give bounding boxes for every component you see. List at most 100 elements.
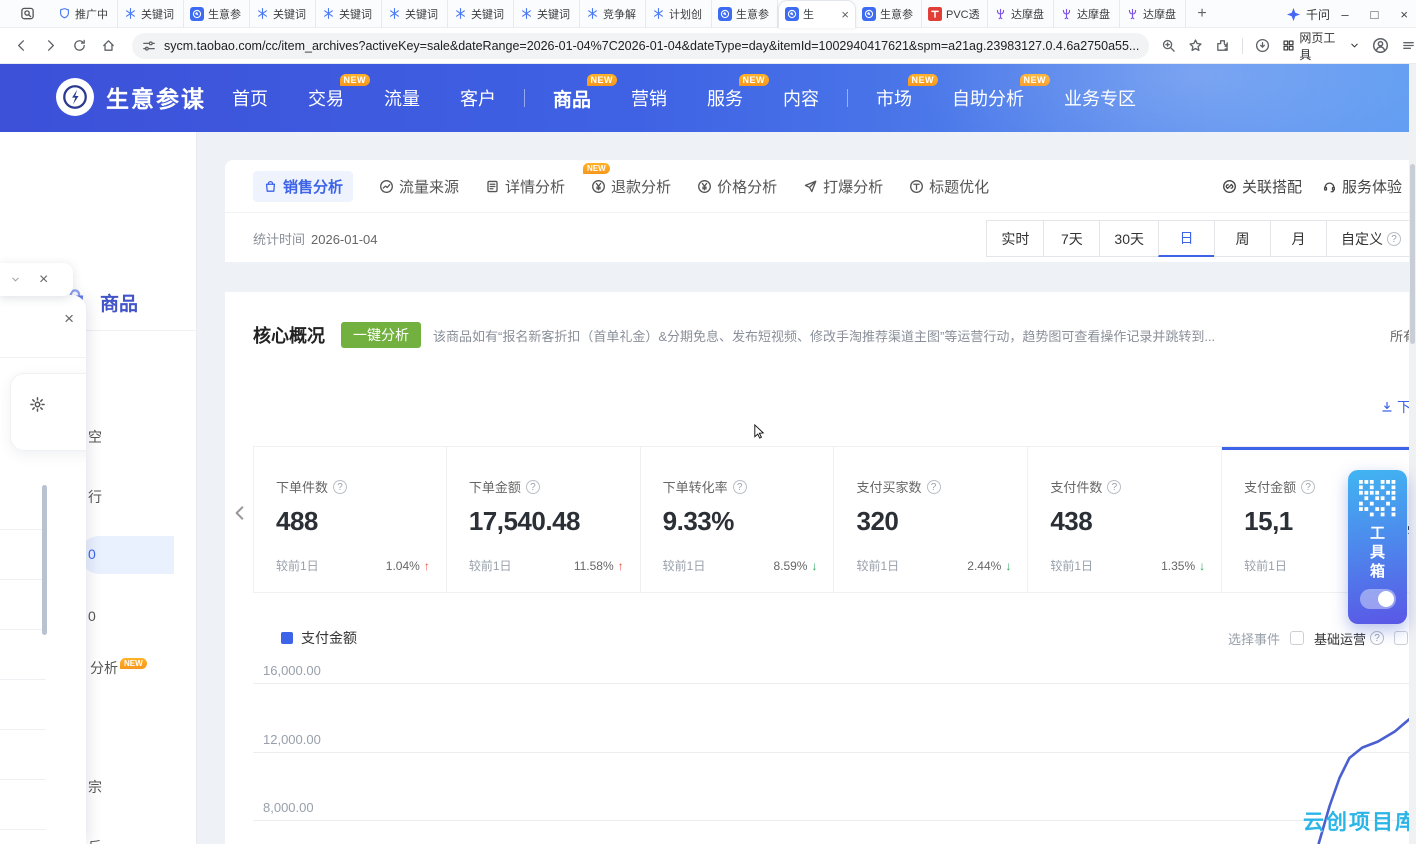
subnav-tab-打爆分析[interactable]: 打爆分析 [803,176,883,197]
metric-card-下单转化率[interactable]: 下单转化率? 9.33% 较前1日 8.59% ↓ [640,446,835,593]
help-icon[interactable]: ? [1107,479,1122,494]
date-option-周[interactable]: 周 [1214,220,1271,257]
scrollbar[interactable] [42,485,47,635]
nav-item-市场[interactable]: 市场 NEW [876,74,939,111]
list-item[interactable] [0,580,46,630]
sidebar-item[interactable]: 空 [88,427,102,447]
sidebar-item[interactable]: 宗 [88,777,102,797]
list-item[interactable] [0,480,46,530]
date-option-自定义[interactable]: 自定义? [1326,220,1416,257]
tab-search-icon[interactable] [16,4,38,24]
nav-item-客户[interactable]: 客户 [460,85,496,111]
date-option-30天[interactable]: 30天 [1099,220,1159,257]
minimize-button[interactable]: – [1341,8,1348,21]
browser-tab[interactable]: 生意参 [184,0,250,28]
close-tab-icon[interactable]: × [841,8,849,21]
tune-icon[interactable] [142,39,156,53]
sidebar-item[interactable]: 分析 NEW [90,658,147,678]
help-icon[interactable]: ? [1370,631,1384,645]
back-icon[interactable] [14,38,29,53]
web-tools-button[interactable]: 网页工具 [1282,29,1360,63]
nav-item-首页[interactable]: 首页 [232,85,268,111]
help-icon[interactable]: ? [1301,479,1316,494]
brand[interactable]: 生意参谋 [56,78,206,116]
metric-card-下单件数[interactable]: 下单件数? 488 较前1日 1.04% ↑ [253,446,447,593]
link-关联搭配[interactable]: 关联搭配 [1222,176,1302,197]
sidebar-item[interactable]: 斤 [88,837,102,844]
help-icon[interactable]: ? [732,479,747,494]
avatar[interactable] [1372,37,1389,54]
browser-tab[interactable]: 关键词 [382,0,448,28]
help-icon[interactable]: ? [926,479,941,494]
help-icon[interactable]: ? [1387,231,1401,246]
nav-item-商品[interactable]: 商品 NEW [553,73,618,112]
toolbox-toggle[interactable] [1359,589,1396,609]
help-icon[interactable]: ? [525,479,540,494]
sidebar-item[interactable]: 0 [88,546,96,562]
forward-icon[interactable] [43,38,58,53]
new-tab-button[interactable]: + [1190,2,1214,26]
maximize-button[interactable]: □ [1371,8,1379,21]
browser-tab[interactable]: 生意参 [712,0,778,28]
nav-item-营销[interactable]: 营销 [631,85,667,111]
close-window-button[interactable]: × [1400,8,1408,21]
page-scrollbar[interactable] [1409,64,1416,844]
download-circle-icon[interactable] [1255,38,1270,53]
url-text[interactable]: sycm.taobao.com/cc/item_archives?activeK… [164,39,1139,53]
subnav-tab-退款分析[interactable]: NEW 退款分析 [583,162,671,197]
chevron-down-icon[interactable] [10,274,21,285]
browser-tab[interactable]: 生 × [778,0,856,28]
chevron-left-icon[interactable] [231,504,249,522]
scrollbar-thumb[interactable] [1410,164,1415,344]
browser-tab[interactable]: 关键词 [316,0,382,28]
bookmark-star-icon[interactable] [1188,38,1203,53]
browser-menu-icon[interactable] [1401,38,1416,53]
toolbox-widget[interactable]: 工具箱 [1348,470,1407,624]
date-option-日[interactable]: 日 [1158,220,1215,257]
event-option-label[interactable]: 基础运营? [1314,629,1384,648]
browser-tab[interactable]: 达摩盘 [1054,0,1120,28]
subnav-tab-标题优化[interactable]: 标题优化 [909,176,989,197]
date-option-月[interactable]: 月 [1270,220,1327,257]
metric-card-支付件数[interactable]: 支付件数? 438 较前1日 1.35% ↓ [1028,446,1223,593]
qianwen-button[interactable]: 千问 [1286,4,1330,24]
date-option-7天[interactable]: 7天 [1043,220,1101,257]
browser-tab[interactable]: PVC透 [922,0,988,28]
subnav-tab-流量来源[interactable]: 流量来源 [379,176,459,197]
nav-item-服务[interactable]: 服务 NEW [707,74,770,111]
help-icon[interactable]: ? [333,479,348,494]
browser-tab[interactable]: 达摩盘 [988,0,1054,28]
list-item[interactable] [0,780,46,830]
sidebar-item[interactable]: 行 [88,487,102,507]
browser-tab[interactable]: 关键词 [514,0,580,28]
browser-tab[interactable]: 关键词 [250,0,316,28]
browser-tab[interactable]: 关键词 [448,0,514,28]
list-item[interactable] [0,730,46,780]
home-icon[interactable] [101,38,116,53]
extensions-icon[interactable] [1215,38,1230,53]
nav-item-业务专区[interactable]: 业务专区 [1064,85,1136,111]
gear-icon[interactable] [19,386,55,422]
list-item[interactable] [0,630,46,680]
close-icon[interactable]: × [64,309,74,329]
date-option-实时[interactable]: 实时 [986,220,1045,257]
sidebar-item[interactable]: 0 [88,608,96,624]
browser-tab[interactable]: 计划创 [646,0,712,28]
browser-tab[interactable]: 竞争解 [580,0,646,28]
nav-item-交易[interactable]: 交易 NEW [308,74,370,111]
browser-tab[interactable]: 关键词 [118,0,184,28]
checkbox[interactable] [1289,631,1304,645]
metric-card-下单金额[interactable]: 下单金额? 17,540.48 较前1日 11.58% ↑ [446,446,641,593]
close-icon[interactable]: × [39,271,48,289]
reload-icon[interactable] [72,38,87,53]
subnav-tab-详情分析[interactable]: 详情分析 [485,176,565,197]
nav-item-流量[interactable]: 流量 [384,85,420,111]
metric-card-支付买家数[interactable]: 支付买家数? 320 较前1日 2.44% ↓ [834,446,1029,593]
url-input[interactable]: sycm.taobao.com/cc/item_archives?activeK… [132,32,1150,59]
one-click-analyze-button[interactable]: 一键分析 [341,322,421,348]
browser-tab[interactable]: 生意参 [856,0,922,28]
nav-item-内容[interactable]: 内容 [783,85,819,111]
list-item[interactable] [0,530,46,580]
nav-item-自助分析[interactable]: 自助分析 NEW [952,74,1051,111]
list-item[interactable] [0,680,46,730]
